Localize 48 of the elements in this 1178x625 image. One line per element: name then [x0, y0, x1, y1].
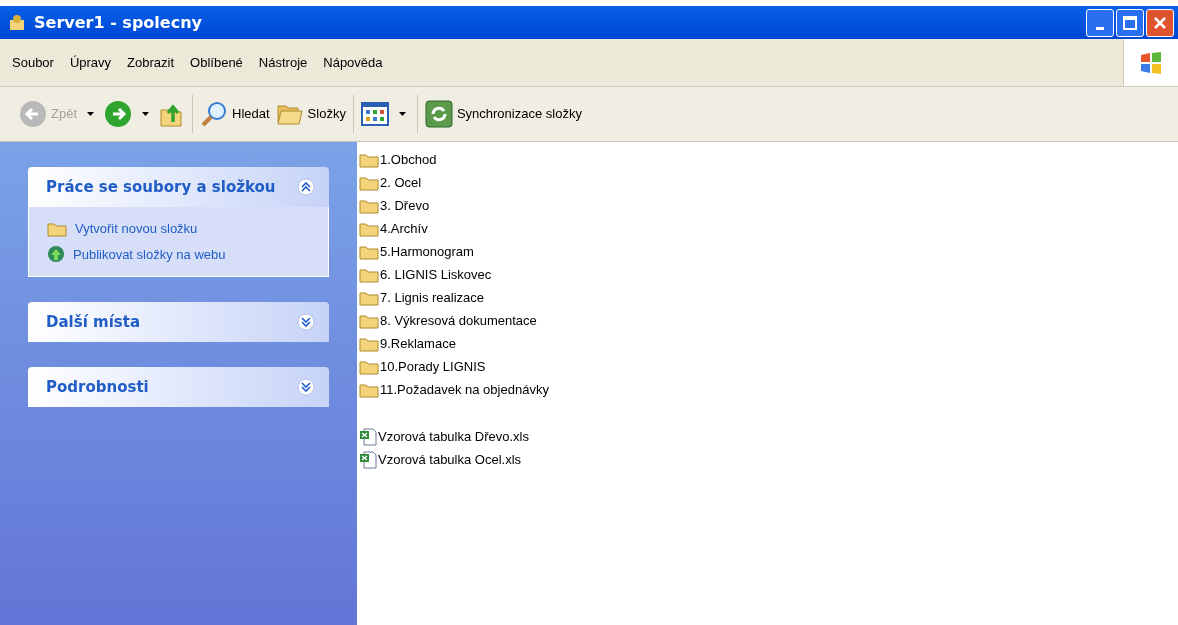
folder-name[interactable]: 2. Ocel	[380, 172, 422, 193]
menu-item[interactable]: Zobrazit	[125, 52, 177, 73]
menu-item[interactable]: Nástroje	[256, 52, 310, 73]
folder-name[interactable]: 10.Porady LIGNIS	[380, 356, 486, 377]
panel-header[interactable]: Další místa	[28, 302, 329, 342]
minimize-button[interactable]	[1086, 8, 1114, 37]
folders-button[interactable]: Složky	[272, 99, 349, 129]
panel-title: Práce se soubory a složkou	[46, 176, 276, 198]
folder-name[interactable]: 6. LIGNIS Liskovec	[380, 264, 492, 285]
views-icon	[360, 102, 389, 126]
folder-name[interactable]: 4.Archív	[380, 218, 428, 239]
folder-name[interactable]: 3. Dřevo	[380, 195, 430, 216]
caret-icon	[142, 112, 149, 116]
search-icon	[200, 100, 228, 128]
maximize-button[interactable]	[1116, 8, 1144, 37]
task-link[interactable]: Vytvořit novou složku	[75, 219, 198, 239]
minimize-icon	[1096, 26, 1104, 30]
collapse-icon[interactable]	[297, 178, 315, 196]
panel-header[interactable]: Podrobnosti	[28, 367, 329, 407]
menu-item[interactable]: Soubor	[10, 52, 56, 73]
folder-name[interactable]: 1.Obchod	[380, 149, 437, 170]
window-title: Server1 - spolecny	[34, 11, 203, 34]
folder-name[interactable]: 5.Harmonogram	[380, 241, 474, 262]
file-name[interactable]: Vzorová tabulka Dřevo.xls	[378, 426, 529, 447]
folder-name[interactable]: 9.Reklamace	[380, 333, 456, 354]
file-name[interactable]: Vzorová tabulka Ocel.xls	[378, 449, 522, 470]
expand-icon[interactable]	[297, 378, 315, 396]
close-button[interactable]	[1146, 8, 1174, 37]
menu-item[interactable]: Nápověda	[321, 52, 385, 73]
panel-title: Podrobnosti	[46, 376, 149, 398]
maximize-icon	[1123, 15, 1137, 30]
windows-logo-icon	[1139, 50, 1163, 75]
close-icon	[1153, 15, 1167, 30]
task-link[interactable]: Publikovat složky na webu	[73, 244, 226, 264]
sync-button[interactable]: Synchronizace složky	[421, 97, 585, 131]
folder-name[interactable]: 11.Požadavek na objednávky	[380, 379, 549, 400]
folder-name[interactable]: 7. Lignis realizace	[380, 287, 485, 308]
sync-icon	[424, 100, 453, 128]
menu-item[interactable]: Úpravy	[67, 52, 114, 73]
search-button[interactable]: Hledat	[197, 97, 273, 131]
menu-item[interactable]: Oblíbené	[188, 52, 245, 73]
panel-header[interactable]: Práce se soubory a složkou	[28, 167, 329, 207]
panel-title: Další místa	[46, 311, 140, 333]
caret-icon	[398, 112, 406, 116]
new-folder-icon	[47, 220, 67, 237]
caret-icon	[87, 112, 94, 116]
folder-name[interactable]: 8. Výkresová dokumentace	[380, 310, 537, 331]
expand-icon[interactable]	[297, 313, 315, 331]
